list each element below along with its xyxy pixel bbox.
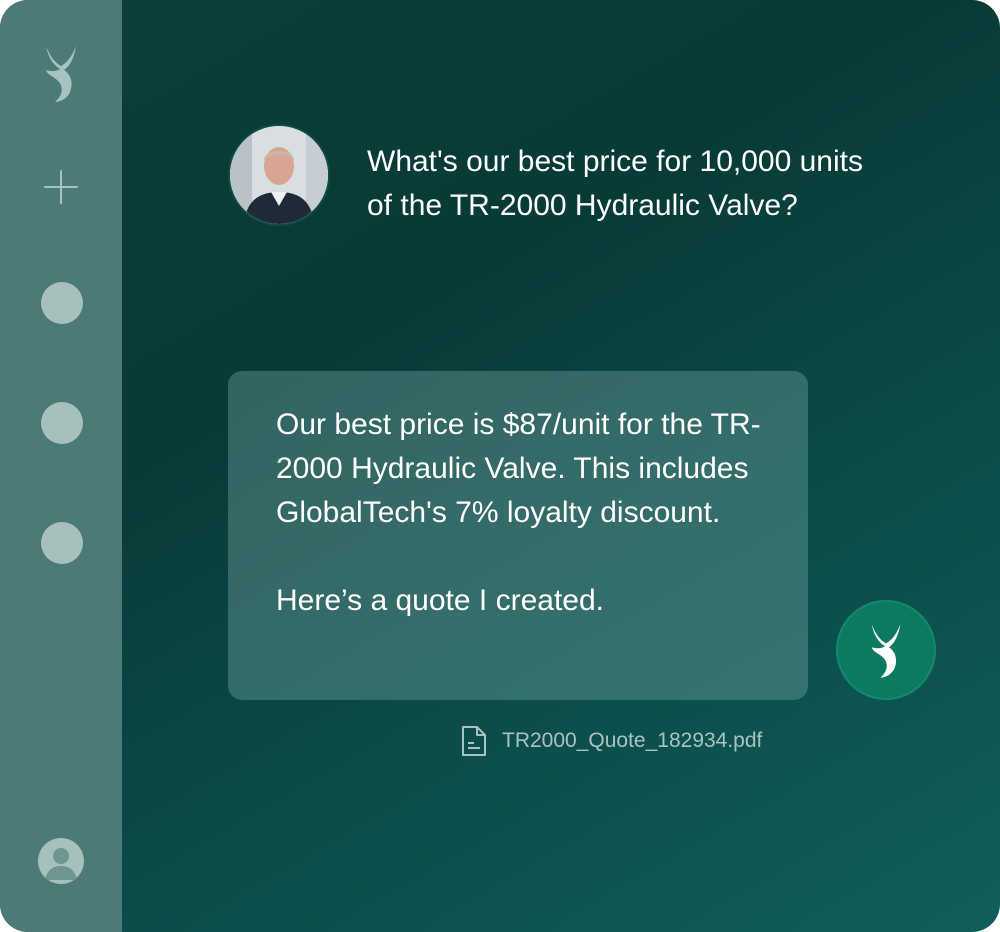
sidebar-history-item[interactable] (41, 522, 83, 564)
sidebar-history-item[interactable] (41, 402, 83, 444)
sidebar (0, 0, 122, 932)
assistant-reply-paragraph: Our best price is $87/unit for the TR-20… (276, 408, 761, 529)
assistant-message-text: Our best price is $87/unit for the TR-20… (276, 403, 776, 623)
attachment-link[interactable]: TR2000_Quote_182934.pdf (460, 724, 762, 758)
user-avatar-photo (228, 124, 330, 226)
chat-app-window: What's our best price for 10,000 units o… (0, 0, 1000, 932)
conversation-panel: What's our best price for 10,000 units o… (122, 0, 1000, 932)
attachment-filename[interactable]: TR2000_Quote_182934.pdf (502, 729, 762, 753)
profile-avatar-icon[interactable] (38, 838, 84, 884)
assistant-reply-paragraph: Here’s a quote I created. (276, 584, 604, 617)
assistant-avatar (836, 600, 936, 700)
brand-logo-icon[interactable] (40, 44, 82, 104)
user-message-text: What's our best price for 10,000 units o… (367, 145, 863, 222)
new-chat-plus-icon[interactable] (44, 170, 78, 204)
document-icon (462, 726, 486, 756)
assistant-message-bubble: Our best price is $87/unit for the TR-20… (228, 371, 808, 700)
brand-logo-icon (871, 624, 901, 678)
sidebar-history-item[interactable] (41, 282, 83, 324)
user-icon (45, 848, 77, 880)
